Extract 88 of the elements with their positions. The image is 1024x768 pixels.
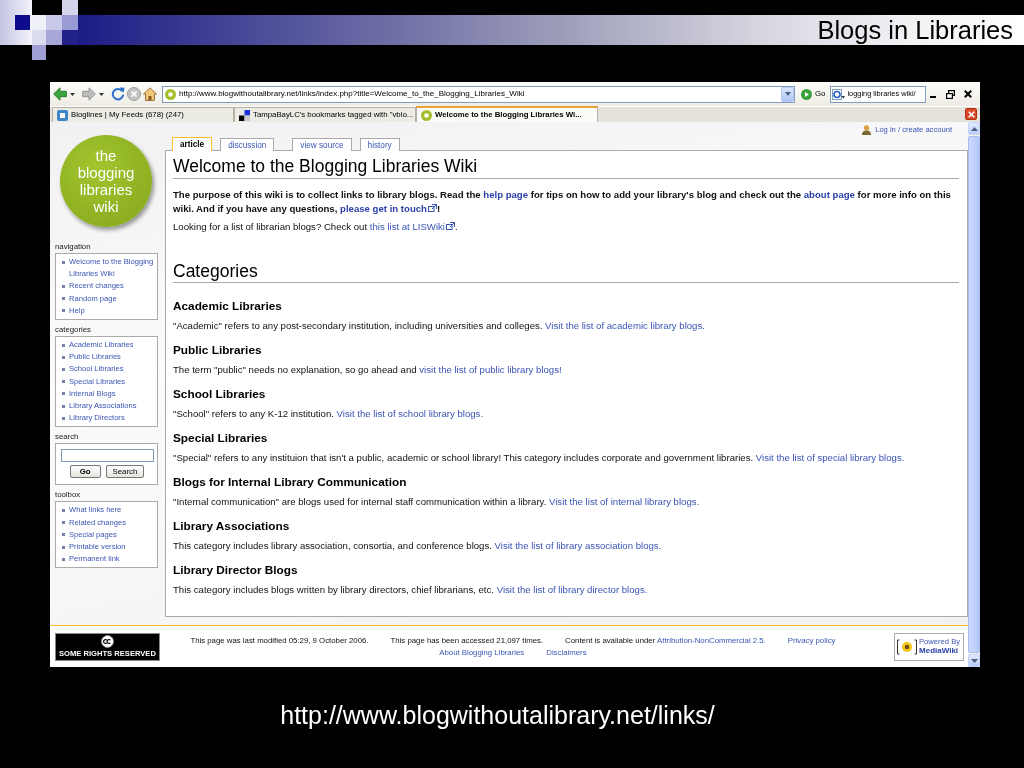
stop-icon	[127, 87, 141, 101]
category-description: "Internal communication" are blogs used for internal staff communication within a library. Visit the list of internal library blogs.	[173, 495, 701, 509]
refresh-button[interactable]	[110, 85, 126, 103]
squares-icon	[239, 109, 250, 121]
close-tab-button[interactable]	[965, 108, 977, 120]
intro-paragraph: Looking for a list of librarian blogs? Check out this list at LISWiki .	[173, 220, 459, 234]
circle-icon	[421, 109, 432, 121]
restore-icon	[946, 89, 955, 99]
category-link[interactable]: Visit the list of library association blogs.	[494, 540, 662, 551]
section-heading: Categories	[173, 261, 959, 283]
user-icon	[862, 125, 872, 135]
category-description: "Academic" refers to any post-secondary institution, including universities and colleges. Visit the list of academic library blogs.	[173, 319, 706, 333]
stop-button[interactable]	[126, 85, 142, 103]
category-link[interactable]: Visit the list of special library blogs.	[755, 452, 905, 463]
bullet-icon	[62, 521, 65, 525]
address-field[interactable]: http://www.blogwithoutalibrary.net/links/index.php?title=Welcome_to_the_Blogging_Libraries_Wiki	[162, 85, 795, 103]
cc-icon	[100, 635, 114, 648]
category-description: "School" refers to any K-12 institution. Visit the list of school library blogs.	[173, 407, 485, 421]
bullet-icon	[62, 404, 65, 408]
category-heading: Academic Libraries	[173, 299, 283, 313]
page-tab[interactable]: history	[359, 138, 400, 151]
caret-icon	[99, 92, 104, 96]
bullet-icon	[62, 545, 65, 549]
right-arrow-icon	[82, 87, 96, 101]
bullet-icon	[62, 508, 65, 512]
slide-title: Blogs in Libraries	[817, 16, 1014, 44]
category-description: This category includes library association, consortia, and conference blogs. Visit the list of library association blogs.	[173, 539, 663, 553]
circle-icon	[165, 88, 176, 100]
page-title: Welcome to the Blogging Libraries Wiki	[173, 156, 959, 179]
left-arrow-icon	[53, 87, 67, 101]
up-arrow-icon	[970, 126, 978, 131]
page-tab[interactable]: view source	[292, 138, 352, 151]
back-button[interactable]	[52, 85, 68, 103]
home-icon	[143, 87, 157, 101]
category-description: The term "public" needs no explanation, so go ahead and visit the list of public library blogs!	[173, 363, 563, 377]
scroll-up-button[interactable]	[968, 122, 980, 135]
page-tab[interactable]: article	[172, 137, 213, 151]
category-link[interactable]: Visit the list of internal library blogs.	[549, 496, 700, 507]
bullet-icon	[62, 392, 65, 396]
close-icon	[967, 110, 975, 118]
category-heading: Library Associations	[173, 519, 291, 533]
wiki-logo: the blogging libraries wiki	[60, 135, 152, 227]
address-menu-button[interactable]	[781, 86, 794, 102]
intro-paragraph: The purpose of this wiki is to collect links to library blogs. Read the help page for tips on how to add your library's blog and check out the about page for more info on this wiki. And if you have any questions, please get in touch !	[173, 188, 952, 216]
bullet-icon	[62, 557, 65, 561]
category-heading: Special Libraries	[173, 431, 269, 445]
close-icon	[963, 90, 972, 98]
tile-icon	[57, 109, 68, 121]
bullet-icon	[62, 284, 65, 288]
slide-caption: http://www.blogwithoutalibrary.net/links/	[280, 701, 715, 729]
wiki-link[interactable]: about page	[803, 189, 855, 200]
category-heading: Blogs for Internal Library Communication	[173, 475, 408, 489]
category-heading: Library Director Blogs	[173, 563, 299, 577]
category-description: "Special" refers to any instituion that isn't a public, academic or school library! This category includes corporate and government libraries. Visit the list of special library blogs.	[173, 451, 906, 465]
refresh-icon	[111, 87, 125, 101]
category-heading: Public Libraries	[173, 343, 263, 357]
down-arrow-icon	[970, 658, 978, 663]
bullet-icon	[62, 297, 65, 301]
category-link[interactable]: Visit the list of academic library blogs.	[545, 320, 705, 331]
external-link[interactable]: please get in touch	[340, 203, 437, 214]
caret-icon	[70, 92, 75, 96]
external-link[interactable]: this list at LISWiki	[369, 221, 455, 232]
bullet-icon	[62, 260, 65, 264]
close-button[interactable]	[961, 87, 974, 101]
bullet-icon	[62, 367, 65, 371]
caret-icon	[784, 92, 791, 96]
category-link[interactable]: Visit the list of library director blogs.	[496, 584, 648, 595]
external-link-icon	[445, 222, 455, 230]
bullet-icon	[62, 355, 65, 359]
bullet-icon	[62, 416, 65, 420]
bullet-icon	[62, 309, 65, 313]
category-link[interactable]: Visit the list of school library blogs.	[336, 408, 484, 419]
category-link[interactable]: visit the list of public library blogs!	[419, 364, 562, 375]
category-heading: School Libraries	[173, 387, 267, 401]
bullet-icon	[62, 343, 65, 347]
home-button[interactable]	[142, 85, 158, 103]
search-input[interactable]	[61, 449, 154, 463]
badge-caption: MediaWiki	[919, 646, 959, 656]
category-description: This category includes blogs written by library directors, chief librarians, etc. Visit the list of library director blogs.	[173, 583, 649, 597]
bullet-icon	[62, 380, 65, 384]
bullet-icon	[62, 533, 65, 537]
page-tab[interactable]: discussion	[220, 138, 275, 151]
external-link-icon	[427, 204, 437, 212]
flower-icon	[897, 638, 918, 655]
wiki-link[interactable]: help page	[483, 189, 529, 200]
restore-button[interactable]	[944, 87, 957, 101]
search-engine-icon	[832, 88, 846, 100]
scroll-down-button[interactable]	[968, 654, 980, 667]
